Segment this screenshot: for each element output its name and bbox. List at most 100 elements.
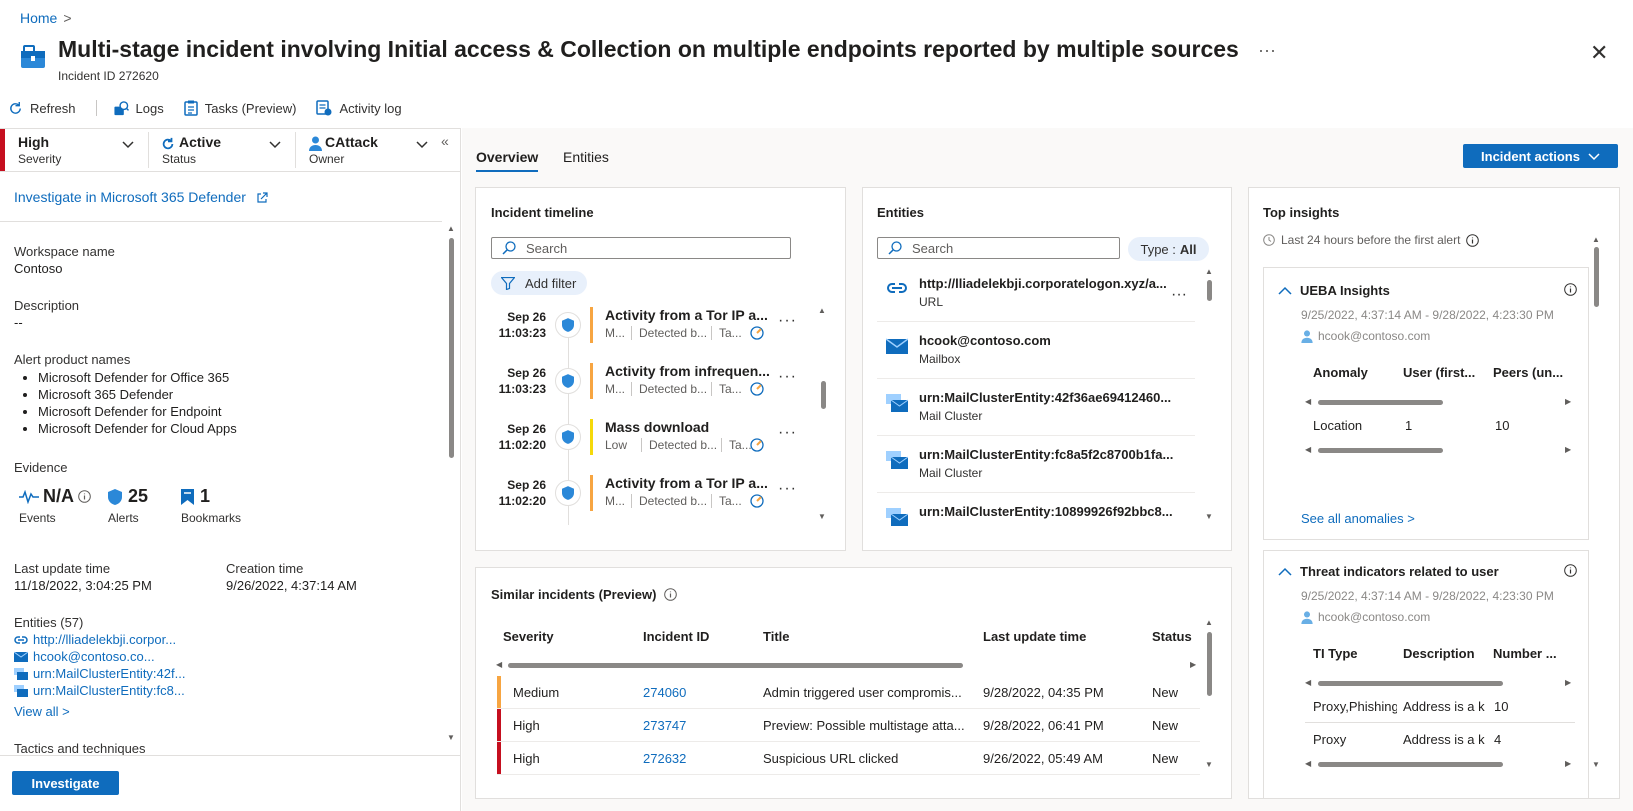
more-options-button[interactable]: ··· <box>778 368 797 386</box>
scroll-up-arrow[interactable]: ▲ <box>818 306 826 315</box>
ti-horizontal-scrollbar[interactable] <box>1318 681 1503 686</box>
column-header-incident-id[interactable]: Incident ID <box>643 629 709 644</box>
info-icon[interactable] <box>78 490 91 503</box>
add-filter-button[interactable]: Add filter <box>491 271 587 295</box>
entity-name[interactable]: http://lliadelekbji.corporatelogon.xyz/a… <box>919 276 1167 291</box>
timeline-alert-title[interactable]: Activity from a Tor IP a... <box>605 475 768 491</box>
chevron-down-icon[interactable] <box>268 137 282 154</box>
alert-products-list: Microsoft Defender for Office 365 Micros… <box>14 369 237 437</box>
timeline-alert-title[interactable]: Mass download <box>605 419 709 435</box>
scroll-down-arrow[interactable]: ▼ <box>447 733 455 742</box>
view-all-entities-link[interactable]: View all > <box>14 704 70 719</box>
scroll-down-arrow[interactable]: ▼ <box>1205 512 1213 521</box>
scroll-left-arrow[interactable]: ◀ <box>496 660 502 669</box>
scroll-right-arrow[interactable]: ▶ <box>1565 678 1571 687</box>
column-header-severity[interactable]: Severity <box>503 629 554 644</box>
scroll-up-arrow[interactable]: ▲ <box>1205 618 1213 627</box>
column-header-status[interactable]: Status <box>1152 629 1192 644</box>
more-options-button[interactable]: ··· <box>778 312 797 330</box>
scroll-right-arrow[interactable]: ▶ <box>1190 660 1196 669</box>
severity-dropdown[interactable]: High Severity <box>18 134 61 168</box>
owner-dropdown[interactable]: CAttack Owner <box>309 134 378 168</box>
breadcrumb-home-link[interactable]: Home <box>20 10 57 26</box>
entity-link[interactable]: urn:MailClusterEntity:fc8... <box>14 683 185 698</box>
scroll-right-arrow[interactable]: ▶ <box>1565 759 1571 768</box>
link-icon <box>14 635 28 644</box>
ti-col-number: Number ... <box>1493 646 1557 661</box>
entity-name[interactable]: urn:MailClusterEntity:42f36ae69412460... <box>919 390 1171 405</box>
entity-name[interactable]: hcook@contoso.com <box>919 333 1051 348</box>
incident-actions-button[interactable]: Incident actions <box>1463 144 1618 168</box>
cell-incident-id-link[interactable]: 274060 <box>643 685 686 700</box>
tab-entities[interactable]: Entities <box>563 149 609 165</box>
cell-incident-id-link[interactable]: 272632 <box>643 751 686 766</box>
cell-last-update: 9/26/2022, 05:49 AM <box>983 751 1103 766</box>
ueba-horizontal-scrollbar-bottom[interactable] <box>1318 448 1443 453</box>
chevron-down-icon[interactable] <box>121 137 135 154</box>
similar-incidents-title: Similar incidents (Preview) <box>491 587 657 602</box>
timeline-scrollbar[interactable] <box>821 381 826 409</box>
see-all-anomalies-link[interactable]: See all anomalies > <box>1301 511 1415 526</box>
info-icon[interactable] <box>1564 564 1577 577</box>
scroll-up-arrow[interactable]: ▲ <box>1592 235 1600 244</box>
bookmarks-evidence: 1 <box>181 486 210 507</box>
status-dropdown[interactable]: Active Status <box>162 134 221 168</box>
scroll-up-arrow[interactable]: ▲ <box>447 224 455 233</box>
entity-more-button[interactable]: ··· <box>1171 286 1187 304</box>
timeline-search-input[interactable]: Search <box>491 237 791 259</box>
close-button[interactable]: ✕ <box>1590 40 1608 66</box>
row-divider <box>877 435 1195 436</box>
investigate-m365-link[interactable]: Investigate in Microsoft 365 Defender <box>14 189 268 205</box>
more-options-button[interactable]: ··· <box>778 424 797 442</box>
tasks-button[interactable]: Tasks (Preview) <box>183 100 307 116</box>
logs-button[interactable]: Logs <box>113 101 174 116</box>
entities-scrollbar[interactable] <box>1207 280 1212 301</box>
left-pane-scrollbar[interactable] <box>449 238 454 458</box>
investigate-button[interactable]: Investigate <box>12 771 119 795</box>
scroll-left-arrow[interactable]: ◀ <box>1305 445 1311 454</box>
info-icon[interactable] <box>664 588 678 601</box>
info-icon[interactable] <box>1466 233 1480 247</box>
scroll-left-arrow[interactable]: ◀ <box>1305 759 1311 768</box>
refresh-button[interactable]: Refresh <box>8 101 86 116</box>
cell-incident-id-link[interactable]: 273747 <box>643 718 686 733</box>
description-value: -- <box>14 315 23 330</box>
ti-horizontal-scrollbar-bottom[interactable] <box>1318 762 1503 767</box>
more-actions-button[interactable]: ··· <box>1258 40 1276 61</box>
entity-link[interactable]: hcook@contoso.co... <box>14 649 185 664</box>
ueba-horizontal-scrollbar[interactable] <box>1318 400 1443 405</box>
scroll-right-arrow[interactable]: ▶ <box>1565 397 1571 406</box>
threat-indicators-header[interactable]: Threat indicators related to user <box>1278 564 1499 579</box>
chevron-down-icon[interactable] <box>415 137 429 154</box>
info-icon[interactable] <box>1564 283 1577 296</box>
add-filter-label: Add filter <box>525 275 577 291</box>
scroll-left-arrow[interactable]: ◀ <box>1305 397 1311 406</box>
entity-link[interactable]: urn:MailClusterEntity:42f... <box>14 666 185 681</box>
scroll-up-arrow[interactable]: ▲ <box>1205 267 1213 276</box>
collapse-pane-button[interactable]: « <box>441 133 449 149</box>
insights-scrollbar[interactable] <box>1594 247 1599 307</box>
tab-overview[interactable]: Overview <box>476 149 538 165</box>
ueba-insights-header[interactable]: UEBA Insights <box>1278 283 1390 298</box>
scroll-right-arrow[interactable]: ▶ <box>1565 445 1571 454</box>
entity-name[interactable]: urn:MailClusterEntity:fc8a5f2c8700b1fa..… <box>919 447 1173 462</box>
column-header-last-update[interactable]: Last update time <box>983 629 1086 644</box>
events-value: N/A <box>43 486 74 506</box>
scroll-down-arrow[interactable]: ▼ <box>1205 760 1213 769</box>
more-options-button[interactable]: ··· <box>778 480 797 498</box>
activity-log-button[interactable]: Activity log <box>316 100 411 116</box>
scroll-left-arrow[interactable]: ◀ <box>1305 678 1311 687</box>
entity-type-filter[interactable]: Type : All <box>1128 237 1209 261</box>
type-filter-value: All <box>1179 241 1197 257</box>
scroll-down-arrow[interactable]: ▼ <box>818 512 826 521</box>
similar-vertical-scrollbar[interactable] <box>1207 632 1212 696</box>
entities-search-input[interactable]: Search <box>877 237 1120 259</box>
entity-name[interactable]: urn:MailClusterEntity:10899926f92bbc8... <box>919 504 1173 519</box>
scroll-down-arrow[interactable]: ▼ <box>1592 760 1600 769</box>
tactic-icon <box>750 326 764 343</box>
timeline-alert-title[interactable]: Activity from infrequen... <box>605 363 770 379</box>
entity-link[interactable]: http://lliadelekbji.corpor... <box>14 632 185 647</box>
column-header-title[interactable]: Title <box>763 629 790 644</box>
timeline-alert-title[interactable]: Activity from a Tor IP a... <box>605 307 768 323</box>
similar-horizontal-scrollbar[interactable] <box>508 663 963 668</box>
